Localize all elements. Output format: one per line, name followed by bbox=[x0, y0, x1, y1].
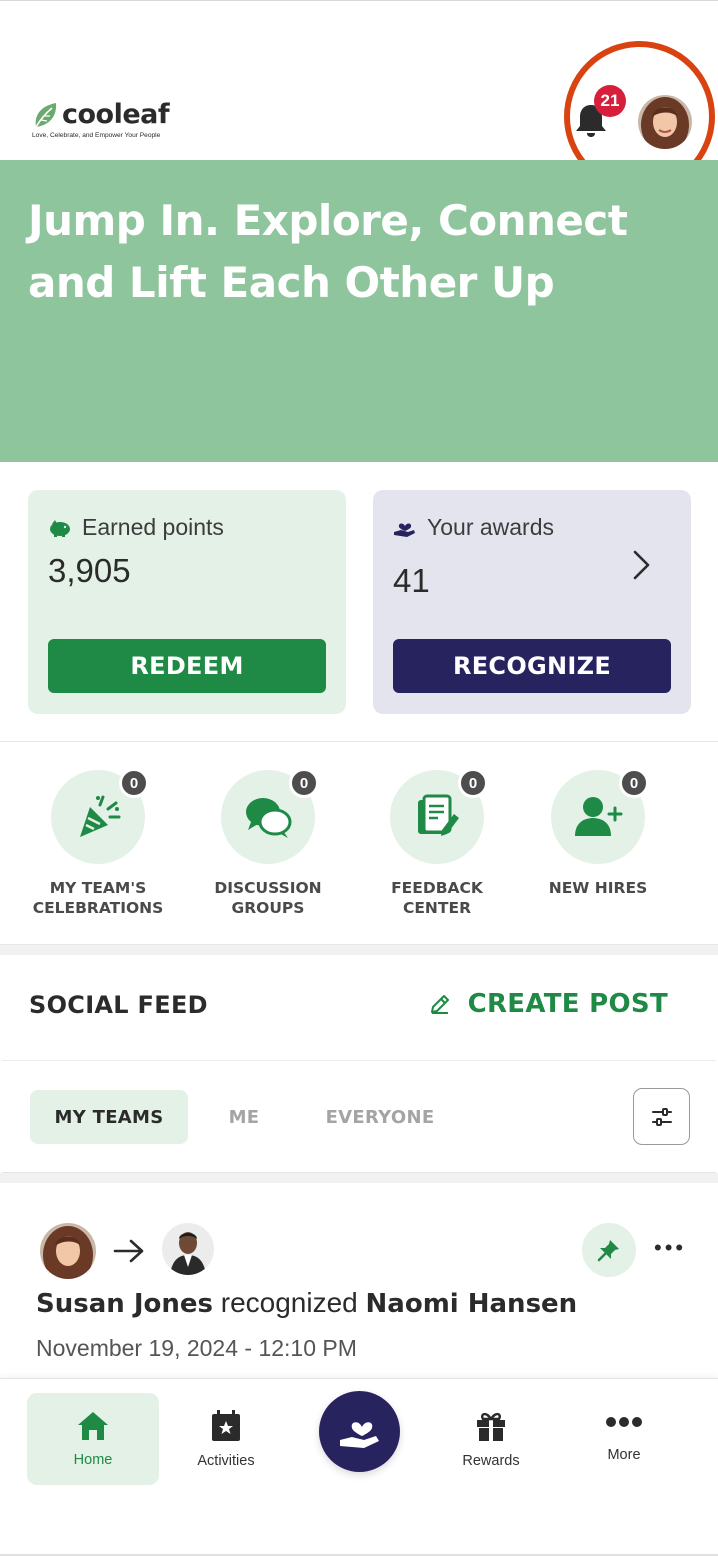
brand-name: cooleaf bbox=[62, 99, 170, 130]
pin-button[interactable] bbox=[582, 1223, 636, 1277]
your-awards-card[interactable]: Your awards 41 RECOGNIZE bbox=[373, 490, 691, 714]
sliders-icon bbox=[651, 1107, 672, 1126]
pencil-icon bbox=[430, 995, 449, 1014]
action-label-line: DISCUSSION bbox=[214, 879, 322, 897]
create-post-button[interactable]: CREATE POST bbox=[428, 989, 668, 1019]
earned-points-label: Earned points bbox=[82, 514, 224, 540]
recognize-button[interactable]: RECOGNIZE bbox=[393, 639, 671, 693]
social-feed-title: SOCIAL FEED bbox=[29, 991, 208, 1019]
redeem-button[interactable]: REDEEM bbox=[48, 639, 326, 693]
my-teams-celebrations-action[interactable]: 0 MY TEAM'S CELEBRATIONS bbox=[13, 768, 183, 918]
hero-line-1: Jump In. Explore, Connect bbox=[28, 196, 628, 245]
recipient-name[interactable]: Naomi Hansen bbox=[366, 1289, 578, 1319]
gift-icon bbox=[477, 1412, 505, 1441]
nav-activities[interactable]: Activities bbox=[160, 1393, 292, 1485]
nav-home-label: Home bbox=[73, 1452, 113, 1468]
earned-points-value: 3,905 bbox=[48, 552, 131, 589]
feed-filters: MY TEAMS ME EVERYONE bbox=[2, 1061, 716, 1173]
post-action: recognized bbox=[220, 1287, 358, 1318]
feedback-icon bbox=[418, 794, 459, 836]
recipient-avatar[interactable] bbox=[162, 1223, 214, 1275]
hero-banner: Jump In. Explore, Connect and Lift Each … bbox=[0, 160, 718, 462]
section-divider bbox=[0, 1173, 718, 1183]
nav-more-label: More bbox=[607, 1447, 641, 1463]
home-icon bbox=[78, 1412, 108, 1440]
brand-tagline: Love, Celebrate, and Empower Your People bbox=[32, 132, 161, 139]
pin-icon bbox=[597, 1240, 619, 1262]
hand-heart-icon bbox=[339, 1421, 379, 1448]
count-badge: 0 bbox=[289, 768, 319, 798]
social-feed-header: SOCIAL FEED CREATE POST bbox=[2, 955, 716, 1061]
cooleaf-logo[interactable]: cooleaf Love, Celebrate, and Empower You… bbox=[32, 99, 170, 139]
nav-more[interactable]: More bbox=[558, 1393, 690, 1485]
app-header: cooleaf Love, Celebrate, and Empower You… bbox=[0, 0, 718, 192]
tab-my-teams[interactable]: MY TEAMS bbox=[30, 1090, 188, 1144]
nav-home[interactable]: Home bbox=[27, 1393, 159, 1485]
action-label-line: CELEBRATIONS bbox=[32, 899, 164, 917]
action-label-line: NEW HIRES bbox=[548, 879, 648, 897]
create-post-label: CREATE POST bbox=[467, 989, 668, 1019]
party-popper-icon bbox=[80, 795, 121, 837]
hero-headline: Jump In. Explore, Connect and Lift Each … bbox=[28, 190, 708, 314]
chevron-right-icon[interactable] bbox=[631, 548, 653, 582]
arrow-right-icon bbox=[113, 1239, 144, 1263]
profile-avatar[interactable] bbox=[638, 95, 692, 149]
bottom-navigation: Home Activities Rewards More bbox=[0, 1378, 718, 1556]
sender-name[interactable]: Susan Jones bbox=[36, 1289, 213, 1319]
tab-me[interactable]: ME bbox=[216, 1090, 272, 1144]
piggy-bank-icon bbox=[50, 519, 70, 537]
summary-cards: Earned points 3,905 REDEEM Your awards 4… bbox=[0, 462, 718, 742]
new-hires-action[interactable]: 0 NEW HIRES bbox=[513, 768, 683, 898]
your-awards-label: Your awards bbox=[427, 514, 555, 540]
nav-rewards[interactable]: Rewards bbox=[425, 1393, 557, 1485]
more-icon bbox=[606, 1417, 642, 1427]
recognize-fab[interactable] bbox=[319, 1391, 400, 1472]
filter-button[interactable] bbox=[633, 1088, 690, 1145]
action-label-line: GROUPS bbox=[231, 899, 305, 917]
leaf-icon bbox=[35, 102, 57, 127]
action-label-line: FEEDBACK bbox=[391, 879, 483, 897]
action-label-line: MY TEAM'S bbox=[49, 879, 147, 897]
notification-badge: 21 bbox=[594, 85, 626, 117]
nav-activities-label: Activities bbox=[197, 1453, 255, 1469]
sender-avatar[interactable] bbox=[40, 1223, 96, 1279]
post-headline: Susan Jones recognized Naomi Hansen bbox=[36, 1287, 577, 1319]
hand-heart-icon bbox=[394, 522, 415, 537]
section-divider bbox=[0, 945, 718, 955]
quick-actions: 0 MY TEAM'S CELEBRATIONS 0 DISCUSSION GR… bbox=[0, 743, 718, 945]
tab-everyone[interactable]: EVERYONE bbox=[312, 1090, 448, 1144]
action-label-line: CENTER bbox=[402, 899, 472, 917]
count-badge: 0 bbox=[458, 768, 488, 798]
discussion-groups-action[interactable]: 0 DISCUSSION GROUPS bbox=[183, 768, 353, 918]
count-badge: 0 bbox=[619, 768, 649, 798]
nav-rewards-label: Rewards bbox=[462, 1453, 520, 1469]
earned-points-card: Earned points 3,905 REDEEM bbox=[28, 490, 346, 714]
hero-line-2: and Lift Each Other Up bbox=[28, 258, 555, 307]
add-user-icon bbox=[575, 797, 623, 836]
your-awards-value: 41 bbox=[393, 562, 430, 599]
feedback-center-action[interactable]: 0 FEEDBACK CENTER bbox=[352, 768, 522, 918]
calendar-star-icon bbox=[212, 1410, 240, 1441]
more-options-icon[interactable]: ••• bbox=[654, 1235, 686, 1261]
feed-post[interactable]: ••• Susan Jones recognized Naomi Hansen … bbox=[2, 1183, 716, 1383]
post-timestamp: November 19, 2024 - 12:10 PM bbox=[36, 1335, 357, 1361]
chat-bubbles-icon bbox=[246, 798, 292, 838]
count-badge: 0 bbox=[119, 768, 149, 798]
